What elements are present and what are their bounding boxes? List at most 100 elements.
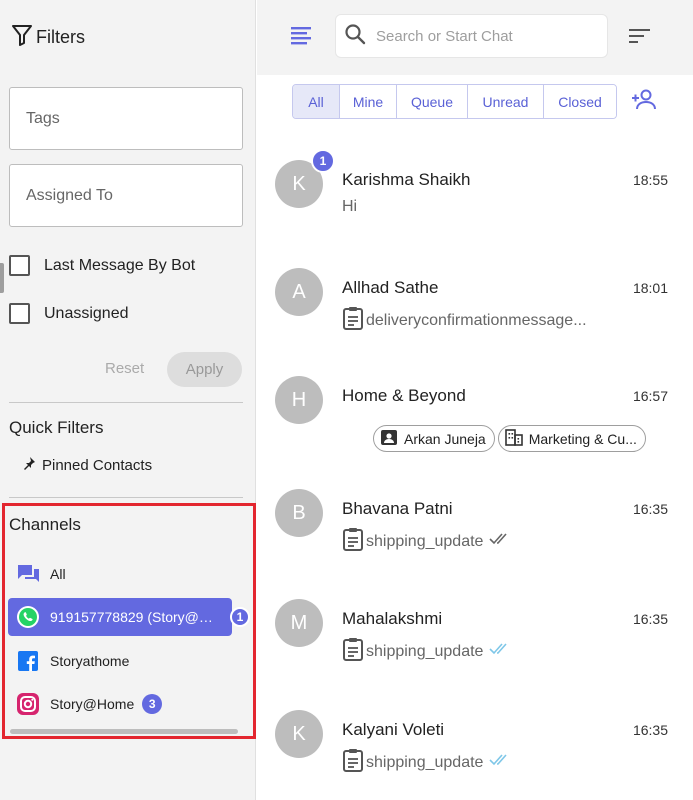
clipboard-icon xyxy=(342,527,366,556)
chat-bubbles-icon xyxy=(16,562,40,586)
assignment-chips: Arkan Juneja Marketing & Cu... xyxy=(373,425,649,452)
channels-title: Channels xyxy=(9,515,81,534)
message-preview: shipping_update xyxy=(342,748,513,777)
contact-name: Allhad Sathe xyxy=(342,278,439,297)
avatar: B xyxy=(275,489,323,537)
delivered-ticks-icon xyxy=(489,532,513,551)
message-time: 18:55 xyxy=(632,172,668,188)
message-time: 16:35 xyxy=(632,722,668,738)
channel-unread-badge: 1 xyxy=(230,607,250,627)
channel-unread-badge: 3 xyxy=(142,694,163,714)
contact-name: Home & Beyond xyxy=(342,386,466,405)
clipboard-icon xyxy=(342,748,366,777)
filter-icon xyxy=(12,24,32,51)
whatsapp-icon xyxy=(16,605,40,629)
chat-list-topbar: Search or Start Chat xyxy=(257,0,693,75)
avatar: H xyxy=(275,376,323,424)
chat-item[interactable]: B Bhavana Patni 16:35 shipping_update xyxy=(257,489,693,594)
tab-all[interactable]: All xyxy=(293,85,339,118)
message-preview: shipping_update xyxy=(342,637,513,666)
tab-unread[interactable]: Unread xyxy=(467,85,543,118)
last-message-by-bot-checkbox[interactable] xyxy=(9,255,30,276)
message-preview: deliveryconfirmationmessage... xyxy=(342,306,587,335)
chat-list-panel: Search or Start Chat All Mine Queue Unre… xyxy=(257,0,693,800)
message-preview-text: shipping_update xyxy=(366,532,484,550)
filter-header: Filters xyxy=(0,0,256,75)
team-name: Marketing & Cu... xyxy=(528,430,637,447)
last-message-by-bot-option[interactable]: Last Message By Bot xyxy=(9,255,195,276)
channel-whatsapp[interactable]: 919157778829 (Story@Home) 1 xyxy=(8,598,250,636)
chat-item[interactable]: K 1 Karishma Shaikh 18:55 Hi xyxy=(257,149,693,265)
avatar: A xyxy=(275,268,323,316)
tags-field[interactable]: Tags xyxy=(9,87,243,150)
divider xyxy=(9,402,243,403)
facebook-icon xyxy=(16,649,40,673)
contact-name: Karishma Shaikh xyxy=(342,170,471,189)
message-time: 16:57 xyxy=(632,388,668,404)
read-ticks-icon xyxy=(489,753,513,772)
assigned-to-field[interactable]: Assigned To xyxy=(9,164,243,227)
filter-panel: Filters Tags Assigned To Last Message By… xyxy=(0,0,256,800)
channel-whatsapp-label: 919157778829 (Story@Home) xyxy=(50,609,220,625)
channels-horizontal-scrollbar[interactable] xyxy=(10,729,238,734)
message-preview-text: deliveryconfirmationmessage... xyxy=(366,311,587,329)
pinned-contacts-filter[interactable]: Pinned Contacts xyxy=(22,456,152,474)
last-message-by-bot-label: Last Message By Bot xyxy=(44,256,196,274)
clipboard-icon xyxy=(342,637,366,666)
chat-item[interactable]: M Mahalakshmi 16:35 shipping_update xyxy=(257,599,693,704)
message-preview: Hi xyxy=(342,198,357,216)
contact-card-icon xyxy=(380,428,404,449)
message-preview-text: shipping_update xyxy=(366,642,484,660)
apply-button[interactable]: Apply xyxy=(167,352,242,387)
unassigned-checkbox[interactable] xyxy=(9,303,30,324)
sort-icon[interactable] xyxy=(629,27,651,50)
assignee-name: Arkan Juneja xyxy=(404,430,486,447)
unassigned-option[interactable]: Unassigned xyxy=(9,303,129,324)
team-chip: Marketing & Cu... xyxy=(497,425,646,452)
clipboard-icon xyxy=(342,306,366,335)
chat-item[interactable]: H Home & Beyond 16:57 Arkan Juneja Marke… xyxy=(257,376,693,481)
divider xyxy=(9,497,243,498)
contact-name: Mahalakshmi xyxy=(342,609,443,628)
channel-all-label: All xyxy=(50,566,66,582)
tags-placeholder: Tags xyxy=(26,109,60,127)
search-input[interactable]: Search or Start Chat xyxy=(335,14,608,58)
channel-all[interactable]: All xyxy=(8,555,232,593)
chat-item[interactable]: K Kalyani Voleti 16:35 shipping_update xyxy=(257,710,693,800)
channel-instagram-label: Story@Home xyxy=(50,696,135,712)
assignee-chip: Arkan Juneja xyxy=(373,425,495,452)
channel-facebook-label: Storyathome xyxy=(50,653,130,669)
channel-facebook[interactable]: Storyathome xyxy=(8,642,232,680)
tab-mine[interactable]: Mine xyxy=(339,85,396,118)
panel-resize-handle[interactable] xyxy=(0,263,4,293)
chat-item[interactable]: A Allhad Sathe 18:01 deliveryconfirmatio… xyxy=(257,268,693,373)
message-preview-text: shipping_update xyxy=(366,753,484,771)
assigned-to-placeholder: Assigned To xyxy=(26,186,113,204)
search-placeholder: Search or Start Chat xyxy=(376,27,513,45)
message-time: 18:01 xyxy=(632,280,668,296)
quick-filters-title: Quick Filters xyxy=(9,418,104,437)
menu-align-icon[interactable] xyxy=(291,26,313,51)
contact-name: Kalyani Voleti xyxy=(342,720,445,739)
pin-icon xyxy=(22,456,42,474)
message-preview-text: Hi xyxy=(342,198,358,215)
tab-queue[interactable]: Queue xyxy=(396,85,467,118)
avatar: K xyxy=(275,710,323,758)
message-preview: shipping_update xyxy=(342,527,513,556)
instagram-icon xyxy=(16,692,40,716)
avatar: M xyxy=(275,599,323,647)
chat-filter-tabs: All Mine Queue Unread Closed xyxy=(292,84,617,119)
add-contact-icon[interactable] xyxy=(631,88,659,117)
channel-instagram[interactable]: Story@Home 3 xyxy=(8,685,232,723)
tab-closed[interactable]: Closed xyxy=(543,85,616,118)
message-time: 16:35 xyxy=(632,501,668,517)
building-icon xyxy=(504,428,529,449)
unassigned-label: Unassigned xyxy=(44,304,129,322)
reset-button[interactable]: Reset xyxy=(105,360,144,377)
search-icon xyxy=(344,23,366,50)
unread-count-badge: 1 xyxy=(311,149,335,173)
message-time: 16:35 xyxy=(632,611,668,627)
filter-title: Filters xyxy=(36,27,85,47)
contact-name: Bhavana Patni xyxy=(342,499,453,518)
read-ticks-icon xyxy=(489,642,513,661)
